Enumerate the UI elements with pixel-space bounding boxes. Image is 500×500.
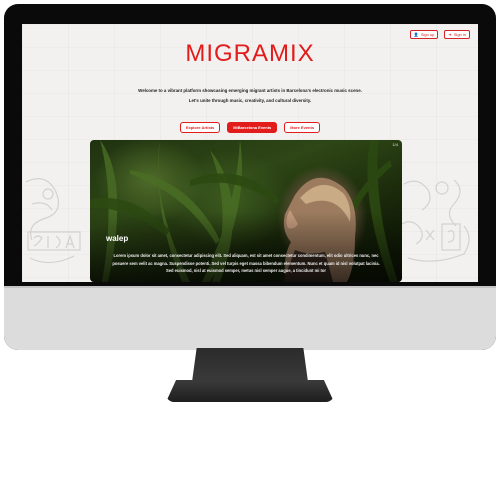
- intro-text: Welcome to a vibrant platform showcasing…: [82, 86, 418, 106]
- login-icon: ➜: [448, 32, 452, 37]
- cta-group: Explore Artists MiBarcelona Events More …: [22, 122, 478, 133]
- website-screen: 👤 Sign up ➜ Sign in MIGRAMIX Welcome to …: [22, 24, 478, 282]
- intro-line-2: Let's unite through music, creativity, a…: [188, 98, 312, 103]
- monitor-chin: [4, 286, 496, 350]
- sign-up-button[interactable]: 👤 Sign up: [409, 30, 439, 39]
- auth-buttons: 👤 Sign up ➜ Sign in: [409, 30, 470, 39]
- explore-artists-button[interactable]: Explore Artists: [179, 122, 221, 133]
- intro-line-1: Welcome to a vibrant platform showcasing…: [138, 88, 362, 93]
- more-events-button[interactable]: More Events: [284, 122, 321, 133]
- graffiti-decoration-right: [401, 179, 470, 262]
- sign-up-label: Sign up: [420, 32, 435, 37]
- monitor-stand-neck: [192, 348, 308, 382]
- user-plus-icon: 👤: [413, 32, 419, 37]
- site-logo[interactable]: MIGRAMIX: [22, 40, 478, 68]
- graffiti-decoration-left: [25, 178, 81, 264]
- sign-in-label: Sign in: [453, 32, 466, 37]
- sign-in-button[interactable]: ➜ Sign in: [444, 30, 470, 39]
- mibarcelona-events-button[interactable]: MiBarcelona Events: [227, 122, 278, 133]
- carousel-indicator-icon[interactable]: 1/4: [392, 142, 398, 147]
- featured-artist-card[interactable]: 1/4 walep Lorem ipsum dolor sit amet, co…: [90, 140, 402, 282]
- monitor-stand-base: [166, 380, 334, 402]
- artist-bio: Lorem ipsum dolor sit amet, consectetur …: [112, 253, 380, 274]
- artist-name: walep: [106, 234, 129, 243]
